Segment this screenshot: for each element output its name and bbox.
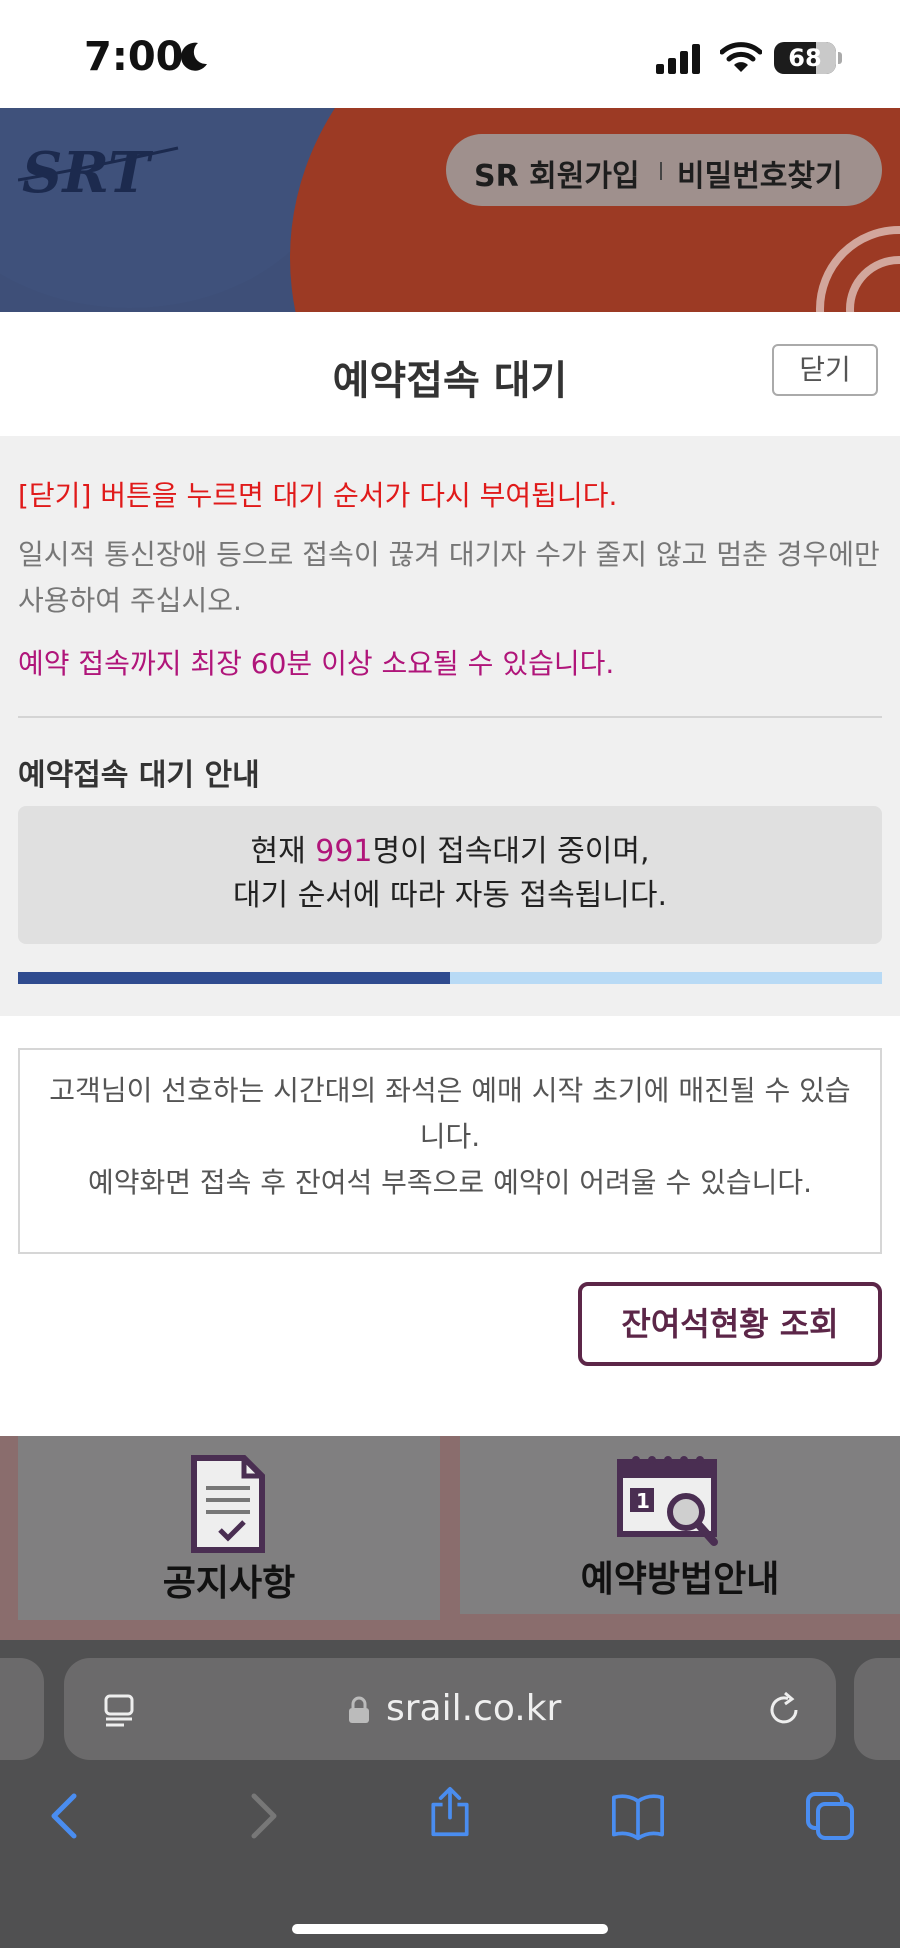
divider bbox=[18, 716, 882, 718]
wait-time-notice: 예약 접속까지 최장 60분 이상 소요될 수 있습니다. bbox=[18, 647, 615, 680]
quick-menu-notices-label: 공지사항 bbox=[162, 1563, 296, 1604]
queue-count: 991 bbox=[315, 834, 373, 869]
usage-notice-text: 일시적 통신장애 등으로 접속이 끊겨 대기자 수가 줄지 않고 멈춘 경우에만… bbox=[18, 538, 880, 617]
seat-availability-notice: 고객님이 선호하는 시간대의 좌석은 예매 시작 초기에 매진될 수 있습니다.… bbox=[18, 1048, 882, 1254]
battery-percent: 68 bbox=[788, 44, 822, 72]
srt-logo[interactable]: SRT bbox=[18, 140, 183, 204]
lock-icon bbox=[349, 1696, 369, 1723]
member-links: SR 회원가입 비밀번호찾기 bbox=[446, 134, 882, 206]
header-decoration bbox=[0, 108, 340, 308]
find-password-link[interactable]: 비밀번호찾기 bbox=[677, 151, 843, 195]
home-indicator[interactable] bbox=[292, 1924, 608, 1934]
remaining-seats-button[interactable]: 잔여석현황 조회 bbox=[578, 1282, 882, 1366]
link-divider bbox=[660, 162, 662, 180]
svg-text:1: 1 bbox=[636, 1489, 650, 1513]
site-header: SRT SR 회원가입 비밀번호찾기 bbox=[0, 108, 900, 312]
moon-icon bbox=[181, 42, 207, 71]
queue-prefix: 현재 bbox=[250, 834, 316, 869]
tabs-icon[interactable] bbox=[804, 1790, 856, 1842]
battery-cap bbox=[838, 52, 842, 64]
battery-icon: 68 bbox=[774, 42, 836, 74]
quick-menu-howto-label: 예약방법안내 bbox=[580, 1559, 780, 1600]
reader-icon[interactable] bbox=[102, 1692, 140, 1730]
next-tab-peek[interactable] bbox=[854, 1658, 900, 1760]
queue-progress-fill bbox=[18, 972, 450, 984]
previous-tab-peek[interactable] bbox=[0, 1658, 44, 1760]
quick-menu-howto[interactable]: 1 예약방법안내 bbox=[460, 1436, 900, 1614]
close-warning-text: [닫기] 버튼을 누르면 대기 순서가 다시 부여됩니다. bbox=[18, 479, 618, 512]
queue-guide-title: 예약접속 대기 안내 bbox=[18, 758, 260, 793]
share-icon[interactable] bbox=[424, 1786, 476, 1838]
status-bar: 7:00 68 bbox=[0, 0, 900, 108]
seat-notice-line-2: 예약화면 접속 후 잔여석 부족으로 예약이 어려울 수 있습니다. bbox=[87, 1166, 813, 1199]
back-icon[interactable] bbox=[40, 1790, 92, 1842]
reload-icon[interactable] bbox=[764, 1690, 804, 1730]
queue-line-1: 현재 991명이 접속대기 중이며, bbox=[18, 830, 882, 874]
title-bar: 예약접속 대기 닫기 bbox=[0, 312, 900, 436]
quick-menu-notices[interactable]: 공지사항 bbox=[18, 1436, 440, 1620]
calendar-search-icon: 1 bbox=[617, 1456, 718, 1546]
signup-link[interactable]: SR 회원가입 bbox=[474, 151, 640, 195]
logo-text: SRT bbox=[22, 140, 154, 204]
info-section: [닫기] 버튼을 누르면 대기 순서가 다시 부여됩니다. 일시적 통신장애 등… bbox=[0, 436, 900, 1016]
close-button[interactable]: 닫기 bbox=[772, 344, 878, 396]
page-title: 예약접속 대기 bbox=[332, 358, 568, 404]
address-bar[interactable]: srail.co.kr bbox=[64, 1658, 836, 1760]
quick-menu: 공지사항 1 예약방법안내 bbox=[0, 1436, 900, 1640]
wifi-icon bbox=[720, 42, 762, 72]
queue-progress-bar bbox=[18, 972, 882, 984]
queue-status-box: 현재 991명이 접속대기 중이며, 대기 순서에 따라 자동 접속됩니다. bbox=[18, 806, 882, 944]
queue-suffix: 명이 접속대기 중이며, bbox=[372, 834, 650, 869]
seat-notice-line-1: 고객님이 선호하는 시간대의 좌석은 예매 시작 초기에 매진될 수 있습니다. bbox=[49, 1074, 851, 1153]
forward-icon[interactable] bbox=[236, 1790, 288, 1842]
bookmarks-icon[interactable] bbox=[612, 1790, 664, 1842]
url-text: srail.co.kr bbox=[386, 1688, 562, 1729]
notice-doc-icon bbox=[191, 1455, 265, 1553]
status-time: 7:00 bbox=[84, 34, 184, 80]
queue-line-2: 대기 순서에 따라 자동 접속됩니다. bbox=[232, 878, 668, 913]
browser-toolbar: srail.co.kr bbox=[0, 1640, 900, 1948]
signal-icon bbox=[656, 44, 700, 74]
